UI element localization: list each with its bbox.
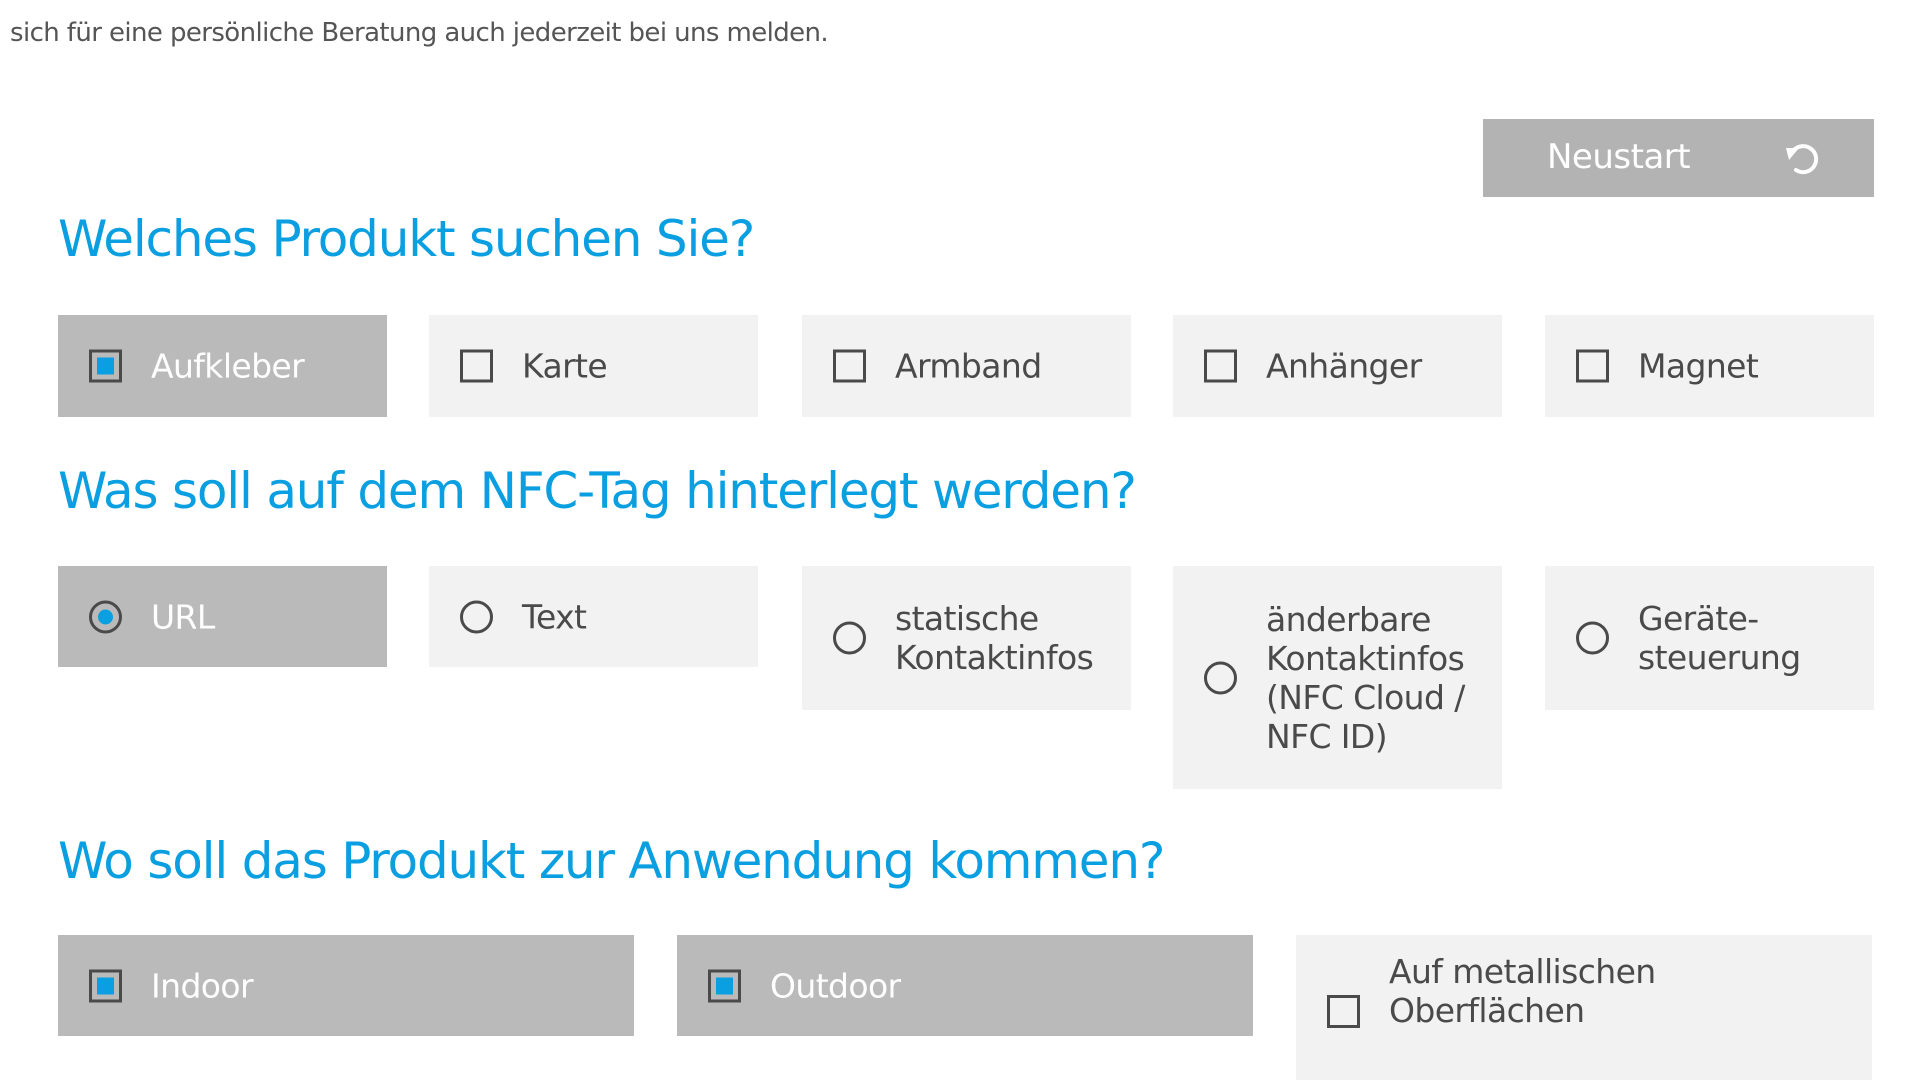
option-label: Anhänger: [1266, 346, 1422, 386]
option-url[interactable]: URL: [58, 566, 387, 667]
option-static-contact[interactable]: statische Kontaktinfos: [802, 566, 1131, 710]
option-armband[interactable]: Armband: [802, 315, 1131, 417]
intro-text: sich für eine persönliche Beratung auch …: [10, 18, 829, 48]
option-outdoor[interactable]: Outdoor: [677, 935, 1253, 1036]
restart-button-label: Neustart: [1547, 137, 1691, 177]
radio[interactable]: [1204, 661, 1237, 694]
radio-checked[interactable]: [89, 600, 122, 633]
checkbox[interactable]: [1576, 349, 1609, 383]
option-anhaenger[interactable]: Anhänger: [1173, 315, 1502, 417]
option-label: änderbare Kontaktinfos (NFC Cloud / NFC …: [1266, 599, 1465, 756]
option-magnet[interactable]: Magnet: [1545, 315, 1874, 417]
option-label: Geräte- steuerung: [1638, 599, 1801, 677]
option-label: Text: [522, 597, 587, 636]
product-finder-page: Sie haben Fragen zu unseren Produkten od…: [0, 0, 1920, 1080]
option-device-control[interactable]: Geräte- steuerung: [1545, 566, 1874, 710]
option-aufkleber[interactable]: Aufkleber: [58, 315, 387, 417]
option-metal-surfaces[interactable]: Auf metallischen Oberflächen: [1296, 935, 1872, 1080]
option-label: Outdoor: [770, 966, 901, 1005]
option-label: statische Kontaktinfos: [895, 599, 1094, 677]
radio[interactable]: [1576, 621, 1609, 655]
checkbox-checked[interactable]: [89, 349, 122, 383]
question-heading-product: Welches Produkt suchen Sie?: [58, 210, 755, 268]
option-label: Armband: [895, 346, 1042, 386]
refresh-icon: [1783, 139, 1823, 179]
radio[interactable]: [460, 600, 493, 633]
option-editable-contact[interactable]: änderbare Kontaktinfos (NFC Cloud / NFC …: [1173, 566, 1502, 789]
option-label: Auf metallischen Oberflächen: [1389, 952, 1656, 1030]
option-indoor[interactable]: Indoor: [58, 935, 634, 1036]
option-karte[interactable]: Karte: [429, 315, 758, 417]
question-heading-usage: Wo soll das Produkt zur Anwendung kommen…: [58, 832, 1165, 890]
restart-button[interactable]: Neustart: [1483, 119, 1874, 197]
checkbox[interactable]: [1327, 995, 1360, 1028]
checkbox[interactable]: [1204, 349, 1237, 383]
checkbox-checked[interactable]: [708, 969, 741, 1002]
checkbox[interactable]: [460, 349, 493, 383]
checkbox-checked[interactable]: [89, 969, 122, 1002]
checkbox[interactable]: [833, 349, 866, 383]
question-heading-nfc-content: Was soll auf dem NFC-Tag hinterlegt werd…: [58, 462, 1137, 520]
option-text[interactable]: Text: [429, 566, 758, 667]
option-label: URL: [151, 597, 215, 636]
option-label: Magnet: [1638, 346, 1759, 386]
radio[interactable]: [833, 621, 866, 655]
option-label: Indoor: [151, 966, 254, 1005]
option-label: Karte: [522, 346, 608, 386]
option-label: Aufkleber: [151, 346, 305, 386]
